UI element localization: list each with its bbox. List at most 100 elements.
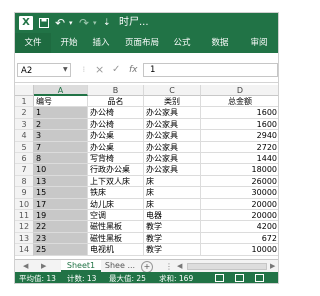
cell-id[interactable]: 8: [34, 153, 88, 165]
tab-file[interactable]: 文件: [15, 33, 51, 53]
tab-insert[interactable]: 插入: [87, 33, 115, 53]
cell-id[interactable]: 15: [34, 187, 88, 199]
cell-name[interactable]: 办公桌: [88, 141, 144, 153]
cell-total[interactable]: 1600: [201, 119, 278, 131]
cell-name[interactable]: 上下双人床: [88, 175, 144, 188]
row-header[interactable]: 6: [15, 153, 34, 165]
cell-id[interactable]: 22: [34, 221, 88, 233]
cell-name[interactable]: 空调: [88, 210, 144, 222]
undo-icon[interactable]: ↶: [55, 13, 65, 33]
column-header-d[interactable]: D: [201, 85, 278, 96]
cell-id[interactable]: 1: [34, 107, 88, 119]
cell-category[interactable]: 办公家具: [144, 130, 201, 142]
header-cell-name[interactable]: 品名: [88, 96, 144, 108]
undo-dropdown-icon[interactable]: ▾: [69, 13, 73, 33]
row-header[interactable]: 11: [15, 210, 34, 222]
cell-total[interactable]: 20000: [201, 199, 278, 210]
header-cell-total[interactable]: 总金额: [201, 96, 278, 108]
cell-category[interactable]: 床: [144, 175, 201, 188]
cell-category[interactable]: 办公家具: [144, 153, 201, 165]
cell-id[interactable]: 23: [34, 232, 88, 245]
redo-dropdown-icon[interactable]: ▾: [93, 13, 97, 33]
horizontal-scrollbar[interactable]: [187, 263, 267, 270]
cell-total[interactable]: 10000: [201, 244, 278, 256]
cell-name[interactable]: 铁床: [88, 187, 144, 199]
cell-category[interactable]: 办公家具: [144, 164, 201, 176]
cell-total[interactable]: 672: [201, 233, 278, 245]
cell-total[interactable]: 2940: [201, 130, 278, 142]
cancel-icon[interactable]: ×: [95, 63, 104, 77]
normal-view-icon[interactable]: [215, 274, 224, 282]
cell-id[interactable]: 17: [34, 198, 88, 210]
cell-category[interactable]: 床: [144, 198, 201, 210]
cell-total[interactable]: 1600: [201, 107, 278, 119]
row-header[interactable]: 1: [15, 96, 34, 108]
cell-id[interactable]: 19: [34, 210, 88, 222]
select-all-corner[interactable]: [15, 85, 34, 96]
cell-category[interactable]: 教学: [144, 221, 201, 233]
redo-icon[interactable]: ↷: [79, 13, 89, 33]
formula-input[interactable]: 1: [143, 63, 278, 77]
cell-name[interactable]: 磁性黑板: [88, 221, 144, 233]
formula-bar: A2 ▼ ⋮ × ✓ fx 1: [15, 63, 278, 79]
tab-home[interactable]: 开始: [55, 33, 83, 53]
save-icon[interactable]: [39, 13, 49, 33]
header-cell-id[interactable]: 编号: [34, 96, 88, 108]
row-header[interactable]: 8: [15, 175, 34, 188]
cell-total[interactable]: 4200: [201, 221, 278, 233]
row-header[interactable]: 3: [15, 118, 34, 131]
column-header-a[interactable]: A: [34, 85, 88, 96]
cell-name[interactable]: 磁性黑板: [88, 232, 144, 245]
cell-name[interactable]: 写背椅: [88, 153, 144, 165]
sheet-tab-other[interactable]: Shee ...: [103, 260, 137, 272]
cell-id[interactable]: 7: [34, 141, 88, 153]
cell-id[interactable]: 3: [34, 130, 88, 142]
tab-formulas[interactable]: 公式: [167, 33, 197, 53]
column-header-c[interactable]: C: [144, 85, 201, 96]
row-header[interactable]: 13: [15, 232, 34, 245]
row-header[interactable]: 5: [15, 141, 34, 153]
sheet-tab-sheet1[interactable]: Sheet1: [61, 260, 101, 272]
cell-name[interactable]: 电视机: [88, 244, 144, 256]
page-layout-view-icon[interactable]: [235, 274, 244, 282]
row-header[interactable]: 7: [15, 164, 34, 176]
column-header-b[interactable]: B: [88, 85, 144, 96]
cell-name[interactable]: 办公桌: [88, 130, 144, 142]
row-header[interactable]: 14: [15, 244, 34, 256]
cell-total[interactable]: 26000: [201, 176, 278, 188]
row-header[interactable]: 9: [15, 187, 34, 199]
cell-total[interactable]: 20000: [201, 210, 278, 222]
cell-category[interactable]: 教学: [144, 244, 201, 256]
tab-data[interactable]: 数据: [205, 33, 235, 53]
cell-name[interactable]: 办公椅: [88, 107, 144, 119]
cell-total[interactable]: 18000: [201, 164, 278, 176]
header-cell-category[interactable]: 类别: [144, 96, 201, 108]
page-break-view-icon[interactable]: [255, 274, 264, 282]
customize-toolbar-icon[interactable]: ⇣: [103, 13, 111, 33]
cell-name[interactable]: 行政办公桌: [88, 164, 144, 176]
tab-page-layout[interactable]: 页面布局: [119, 33, 165, 53]
cell-id[interactable]: 13: [34, 175, 88, 188]
row-header[interactable]: 4: [15, 130, 34, 142]
tab-review[interactable]: 审阅: [243, 33, 275, 53]
cell-category[interactable]: 教学: [144, 232, 201, 245]
cell-id[interactable]: 10: [34, 164, 88, 176]
cell-category[interactable]: 电器: [144, 210, 201, 222]
cell-category[interactable]: 办公家具: [144, 141, 201, 153]
row-header[interactable]: 12: [15, 221, 34, 233]
cell-name[interactable]: 办公椅: [88, 118, 144, 131]
cell-total[interactable]: 30000: [201, 187, 278, 199]
row-header[interactable]: 10: [15, 198, 34, 210]
cell-category[interactable]: 办公家具: [144, 118, 201, 131]
cell-category[interactable]: 床: [144, 187, 201, 199]
cell-id[interactable]: 2: [34, 118, 88, 131]
enter-icon[interactable]: ✓: [112, 63, 120, 77]
name-box-dropdown-icon[interactable]: ▼: [63, 63, 68, 77]
row-header[interactable]: 2: [15, 107, 34, 119]
cell-id[interactable]: 25: [34, 244, 88, 256]
cell-name[interactable]: 幼儿床: [88, 198, 144, 210]
cell-total[interactable]: 1440: [201, 153, 278, 165]
cell-total[interactable]: 2720: [201, 142, 278, 153]
cell-category[interactable]: 办公家具: [144, 107, 201, 119]
insert-function-icon[interactable]: fx: [129, 63, 138, 77]
